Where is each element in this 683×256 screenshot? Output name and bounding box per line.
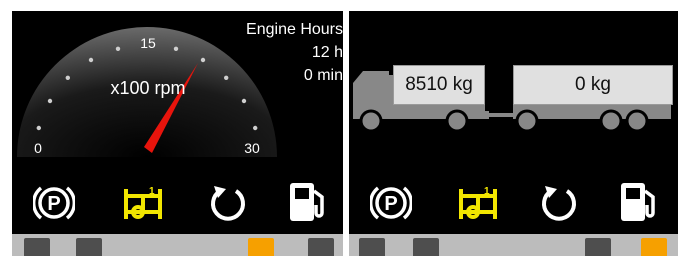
gauge-tick-dot <box>241 98 247 104</box>
right-softkey-strip <box>349 234 678 256</box>
gauge-tick-dot <box>36 125 41 131</box>
gauge-unit-label: x100 rpm <box>110 78 185 98</box>
softkey-2[interactable] <box>76 238 102 256</box>
softkey-3[interactable] <box>248 238 274 256</box>
rotation-arrow-icon <box>211 186 245 221</box>
differential-lock-icon: 1 <box>459 186 497 219</box>
gauge-tick-label-min: 0 <box>34 140 42 156</box>
rotation-arrow-icon <box>542 186 576 221</box>
fuel-pump-icon <box>621 183 655 221</box>
softkey-3[interactable] <box>585 238 611 256</box>
svg-text:P: P <box>47 193 60 215</box>
gauge-tick-dot <box>115 46 121 51</box>
gauge-tick-dot <box>65 75 70 81</box>
truck-weight-display: 8510 kg <box>393 65 485 105</box>
parking-brake-icon: P <box>33 186 75 220</box>
svg-text:1: 1 <box>149 186 155 197</box>
engine-hours-hours: 12 h <box>311 44 343 61</box>
engine-hours-minutes: 0 min <box>303 67 343 84</box>
softkey-2[interactable] <box>413 238 439 256</box>
gauge-tick-dot <box>88 57 94 63</box>
right-display: 8510 kg 0 kg P 1 <box>349 11 678 256</box>
softkey-1[interactable] <box>359 238 385 256</box>
gauge-tick-dot <box>253 125 258 131</box>
svg-text:P: P <box>384 193 397 215</box>
differential-lock-icon: 1 <box>124 186 162 219</box>
gauge-tick-label-mid: 15 <box>140 35 156 51</box>
parking-brake-icon: P <box>370 186 412 220</box>
gauge-tick-label-max: 30 <box>244 140 260 156</box>
left-softkey-strip <box>12 234 343 256</box>
softkey-1[interactable] <box>24 238 50 256</box>
gauge-tick-dot <box>200 57 206 63</box>
svg-text:1: 1 <box>484 186 490 197</box>
softkey-4[interactable] <box>308 238 334 256</box>
softkey-4[interactable] <box>641 238 667 256</box>
engine-hours-title: Engine Hours <box>246 21 343 38</box>
gauge-tick-dot <box>173 46 179 51</box>
gauge-tick-dot <box>224 75 229 81</box>
trailer-weight-display: 0 kg <box>513 65 673 105</box>
gauge-tick-dot <box>47 98 53 104</box>
left-display: 15 0 30 x100 rpm Engine Hours 12 h 0 min… <box>12 11 343 256</box>
fuel-pump-icon <box>290 183 324 221</box>
